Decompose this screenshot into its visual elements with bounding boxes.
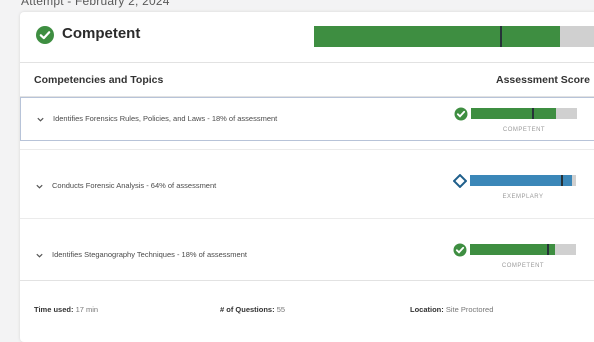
check-circle-icon [453, 243, 467, 257]
time-used: Time used: 17 min [34, 305, 98, 314]
topic-label: Identifies Forensics Rules, Policies, an… [53, 114, 278, 123]
assessment-card: Competent Competencies and Topics Assess… [20, 12, 594, 342]
divider [20, 149, 594, 150]
divider [20, 218, 594, 219]
topic-label: Conducts Forensic Analysis - 64% of asse… [52, 181, 217, 190]
column-header-score: Assessment Score [496, 74, 590, 86]
topic-row-steganography[interactable]: Identifies Steganography Techniques - 18… [20, 234, 594, 278]
check-circle-icon [454, 107, 468, 121]
question-count-label: # of Questions: [220, 305, 275, 314]
overall-status: Competent [62, 25, 141, 42]
topic-score-marker [561, 175, 564, 186]
attempt-title: Attempt - February 2, 2024 [21, 0, 170, 8]
check-circle-icon [36, 26, 54, 44]
location-value: Site Proctored [445, 305, 494, 314]
chevron-down-icon[interactable] [35, 182, 44, 191]
topic-score-marker [547, 244, 550, 255]
topic-score-bar [471, 108, 577, 119]
topic-row-forensics-rules[interactable]: Identifies Forensics Rules, Policies, an… [20, 97, 594, 141]
diamond-icon [453, 174, 467, 188]
topic-label: Identifies Steganography Techniques - 18… [52, 250, 247, 259]
location-label: Location: [410, 305, 444, 314]
chevron-down-icon[interactable] [35, 251, 44, 260]
topic-score-fill [470, 175, 572, 186]
topic-score-fill [471, 108, 556, 119]
topic-level: COMPETENT [501, 263, 545, 269]
topic-score-marker [532, 108, 535, 119]
overall-score-fill [314, 26, 560, 47]
topic-score-bar [470, 175, 576, 186]
time-used-value: 17 min [75, 305, 99, 314]
chevron-down-icon[interactable] [36, 115, 45, 124]
topic-score-fill [470, 244, 555, 255]
time-used-label: Time used: [34, 305, 74, 314]
question-count-value: 55 [276, 305, 286, 314]
overall-score-marker [500, 26, 502, 47]
question-count: # of Questions: 55 [220, 305, 285, 314]
overall-score-bar [314, 26, 594, 47]
topic-level: COMPETENT [502, 127, 546, 133]
column-header-topics: Competencies and Topics [34, 74, 164, 86]
topic-row-forensic-analysis[interactable]: Conducts Forensic Analysis - 64% of asse… [20, 165, 594, 209]
topic-score-bar [470, 244, 576, 255]
attempt-footer: Time used: 17 min # of Questions: 55 Loc… [20, 280, 594, 327]
table-header: Competencies and Topics Assessment Score [20, 62, 594, 97]
summary-row: Competent [20, 12, 594, 63]
topic-level: EXEMPLARY [502, 194, 544, 200]
location: Location: Site Proctored [410, 305, 493, 314]
